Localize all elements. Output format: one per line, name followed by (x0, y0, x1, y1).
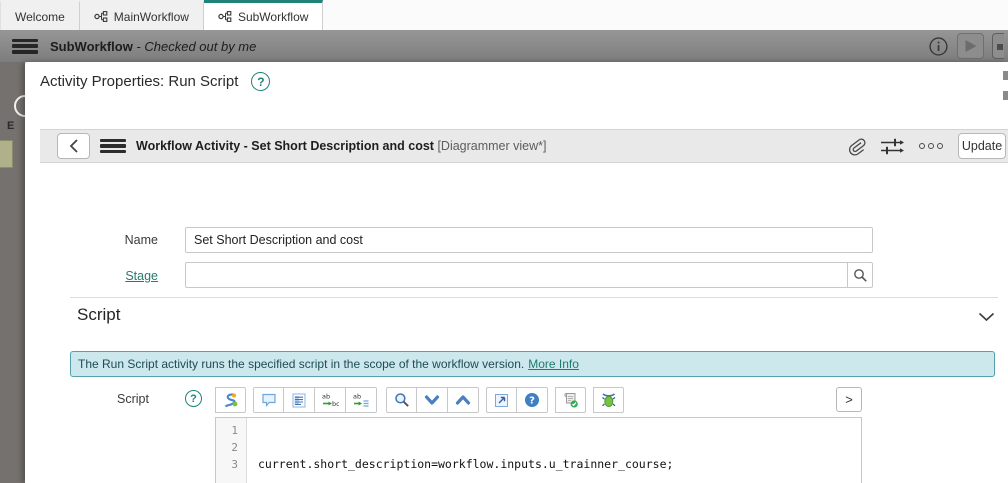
syntax-editor-icon[interactable] (215, 387, 246, 413)
paperclip-icon[interactable] (847, 137, 866, 156)
back-button[interactable] (57, 133, 90, 159)
clipped-edge-icon (1003, 71, 1008, 80)
hamburger-icon[interactable] (100, 139, 126, 153)
play-icon[interactable] (957, 33, 984, 59)
stage-field (185, 262, 873, 288)
sliders-icon[interactable] (880, 137, 904, 156)
tab-bar: Welcome MainWorkflow SubWorkflow (0, 0, 1008, 30)
name-input[interactable] (185, 227, 873, 253)
canvas-node-fragment (14, 95, 25, 117)
stage-input[interactable] (185, 262, 873, 288)
script-field-label: Script (117, 392, 149, 406)
line-number: 1 (231, 424, 238, 437)
script-section-heading: Script (77, 305, 121, 324)
replace-all-icon[interactable]: ab (346, 387, 377, 413)
activity-toolbar: Workflow Activity - Set Short Descriptio… (40, 129, 1008, 163)
svg-text:ab: ab (353, 393, 361, 401)
clipped-edge-icon (1003, 91, 1008, 100)
canvas-box-fragment (0, 140, 13, 168)
search-icon[interactable] (847, 262, 873, 288)
help-icon[interactable]: ? (185, 390, 202, 407)
canvas-label-fragment: E (7, 120, 15, 132)
svg-text:bc: bc (332, 400, 339, 408)
tab-welcome-label: Welcome (15, 9, 65, 24)
expand-script-button[interactable]: > (836, 387, 862, 412)
find-previous-icon[interactable] (448, 387, 479, 413)
activity-properties-panel: Activity Properties: Run Script ? Workfl… (25, 62, 1008, 483)
more-info-link[interactable]: More Info (528, 357, 579, 371)
debug-icon[interactable] (593, 387, 624, 413)
name-label: Name (124, 233, 158, 247)
search-icon[interactable] (386, 387, 417, 413)
popout-icon[interactable] (486, 387, 517, 413)
banner-text: The Run Script activity runs the specifi… (78, 357, 525, 371)
svg-text:ab: ab (322, 393, 330, 401)
line-number: 2 (231, 441, 238, 454)
clipped-menu-icon[interactable] (992, 33, 1004, 59)
activity-title-text: Workflow Activity - Set Short Descriptio… (136, 139, 434, 153)
activity-toolbar-title: Workflow Activity - Set Short Descriptio… (136, 139, 547, 153)
workflow-icon (218, 10, 232, 23)
code-line-1: current.short_description=workflow.input… (258, 457, 674, 471)
stage-label-link[interactable]: Stage (125, 269, 158, 283)
update-button[interactable]: Update (958, 133, 1006, 159)
hamburger-icon[interactable] (12, 38, 38, 54)
script-field-row: Script ? ab bc ab ? > (25, 387, 1008, 413)
workflow-canvas-strip: E (0, 62, 25, 483)
workflow-title-text: SubWorkflow (50, 38, 133, 54)
activity-view-suffix: [Diagrammer view*] (433, 139, 547, 153)
chevron-down-icon[interactable] (978, 309, 995, 327)
help-icon[interactable]: ? (251, 72, 271, 91)
format-code-icon[interactable] (284, 387, 315, 413)
syntax-check-icon[interactable] (555, 387, 586, 413)
tab-subworkflow-label: SubWorkflow (237, 9, 309, 24)
header-actions (928, 30, 1004, 62)
workflow-icon (94, 10, 108, 23)
find-next-icon[interactable] (417, 387, 448, 413)
chevron-left-icon (69, 139, 78, 153)
line-number-gutter: 1 2 3 (216, 418, 247, 483)
replace-icon[interactable]: ab bc (315, 387, 346, 413)
info-banner: The Run Script activity runs the specifi… (70, 351, 995, 377)
app-window: Welcome MainWorkflow SubWorkflow SubWork… (0, 0, 1008, 483)
tab-mainworkflow-label: MainWorkflow (113, 9, 189, 24)
more-options-icon[interactable] (919, 143, 943, 149)
svg-text:?: ? (529, 396, 535, 407)
help-icon[interactable]: ? (517, 387, 548, 413)
page-title: Activity Properties: Run Script (40, 73, 239, 90)
code-area: current.short_description=workflow.input… (247, 418, 861, 483)
comment-icon[interactable] (253, 387, 284, 413)
line-number: 3 (231, 458, 238, 471)
section-divider (70, 297, 998, 298)
tab-welcome[interactable]: Welcome (0, 0, 80, 30)
workflow-subtitle: - Checked out by me (132, 38, 257, 54)
workflow-header: SubWorkflow - Checked out by me (0, 30, 1008, 62)
tab-subworkflow[interactable]: SubWorkflow (203, 0, 324, 30)
workflow-title: SubWorkflow - Checked out by me (50, 39, 256, 54)
tab-mainworkflow[interactable]: MainWorkflow (79, 0, 204, 30)
script-code-editor[interactable]: 1 2 3 current.short_description=workflow… (215, 417, 862, 483)
info-icon[interactable] (928, 36, 949, 57)
